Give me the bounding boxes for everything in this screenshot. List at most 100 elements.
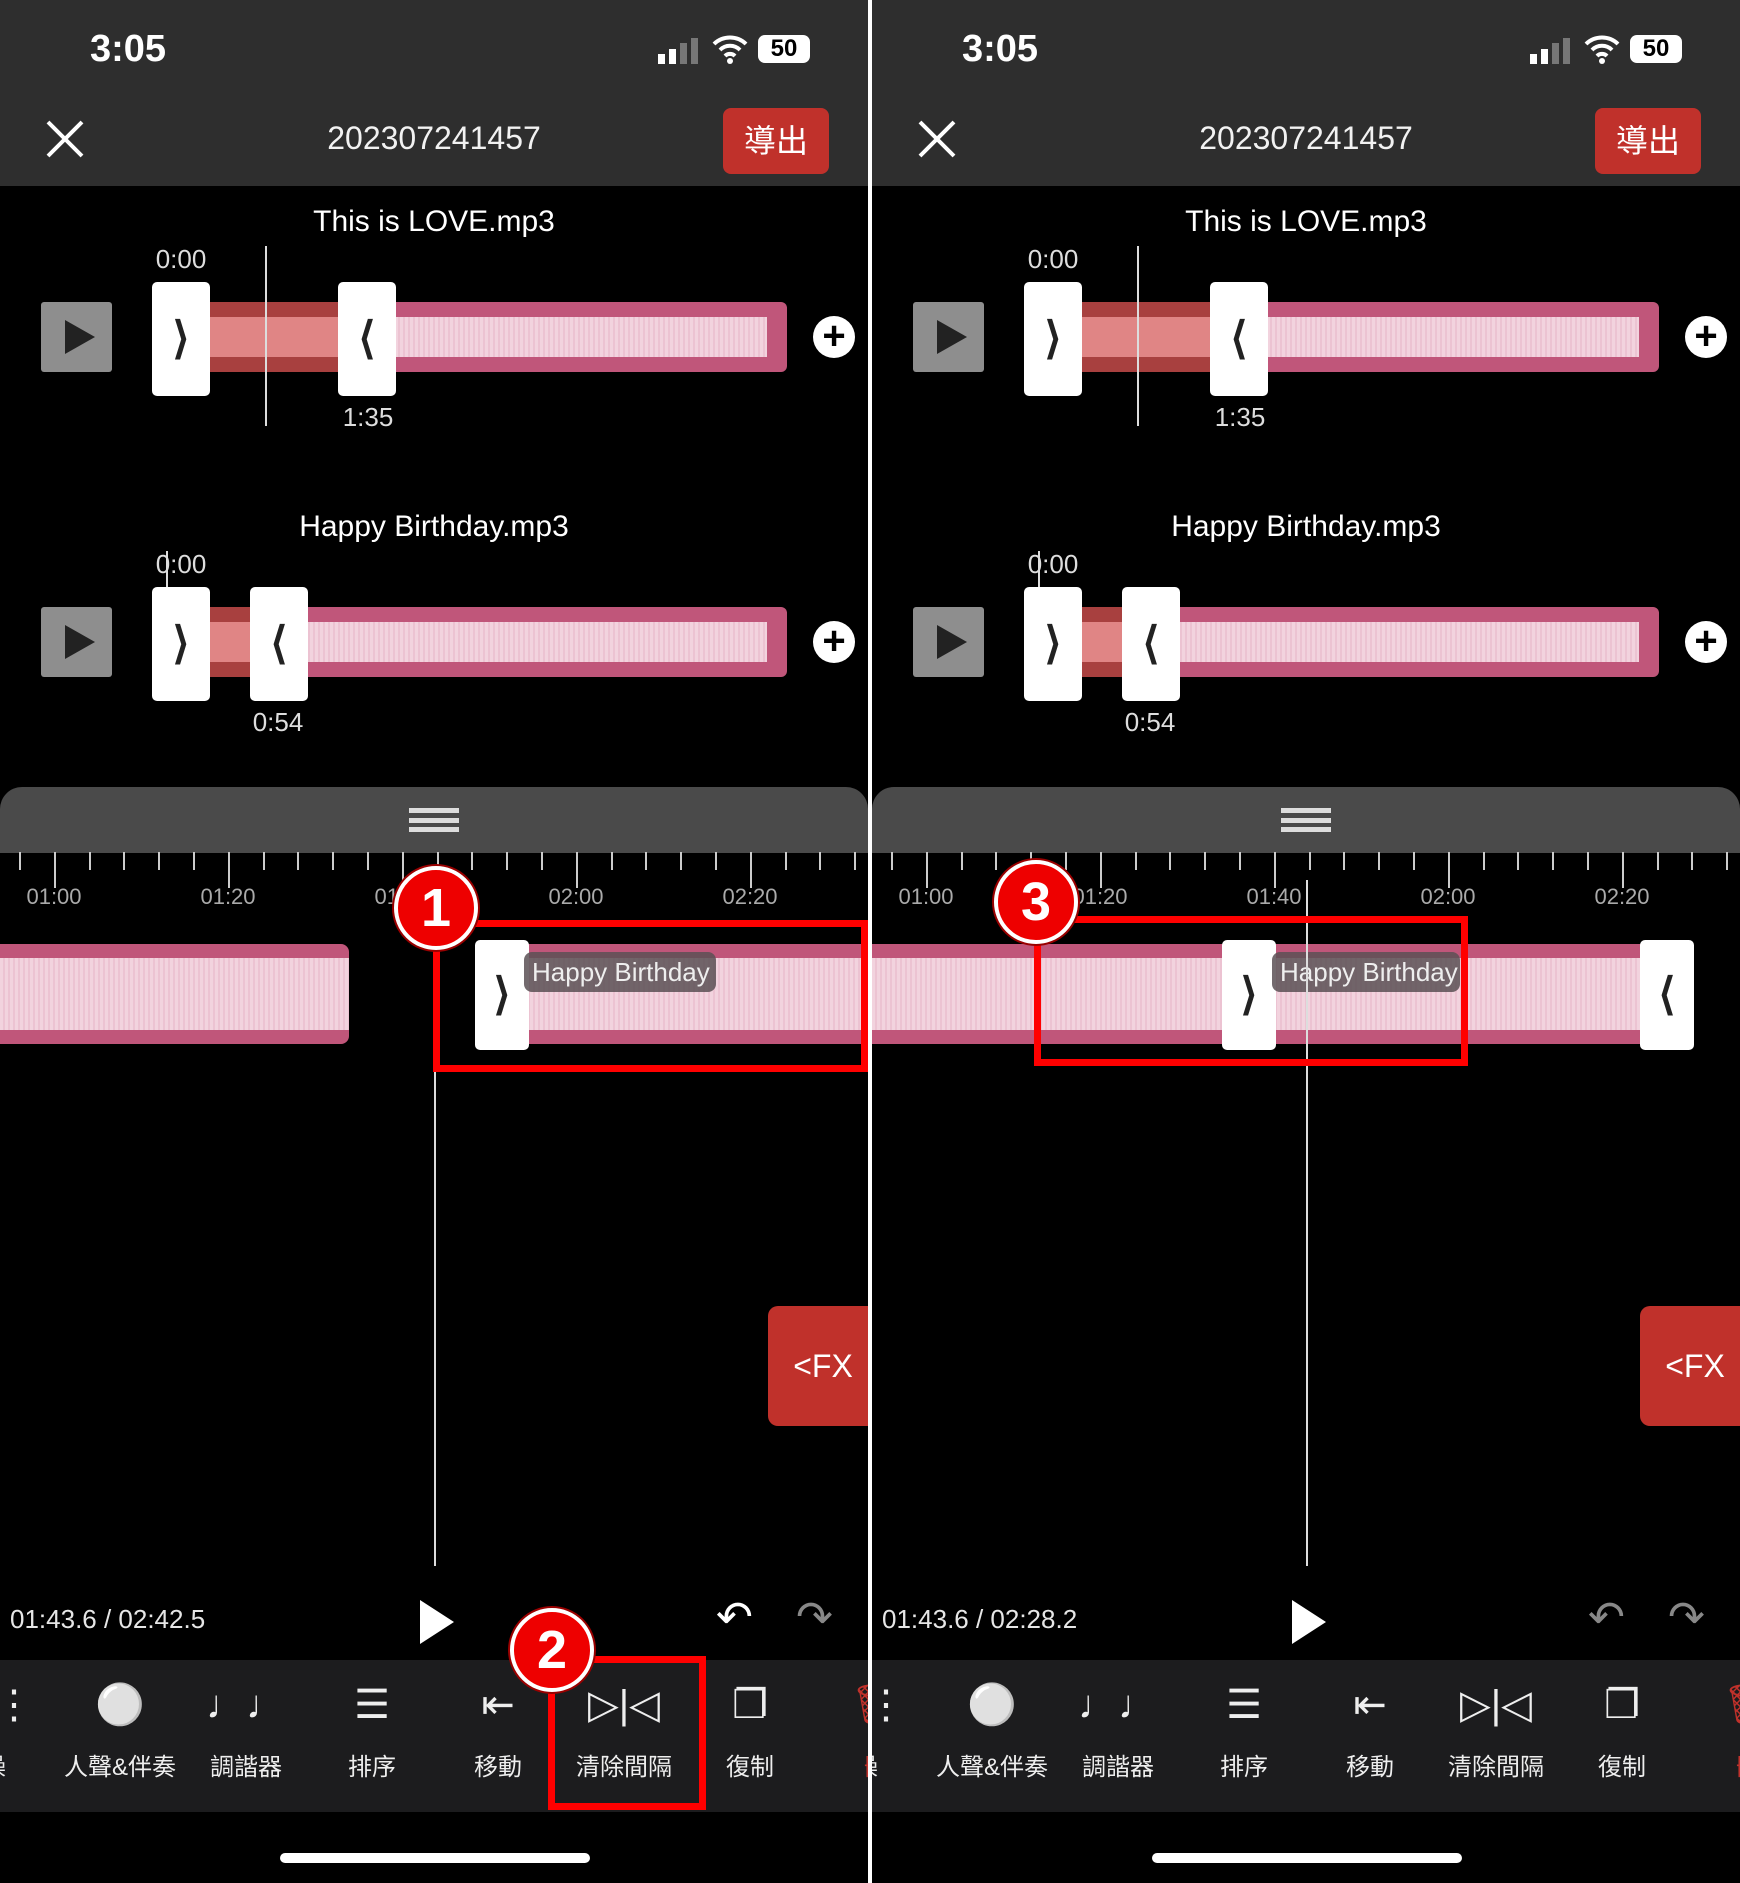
ruler-tick [1065, 852, 1067, 870]
toolbar-item-trash[interactable]: 🗑刪 [813, 1675, 868, 1782]
toolbar-item-numbered-list[interactable]: ☰ 排序 [1181, 1675, 1307, 1782]
drag-handle-icon[interactable] [409, 808, 459, 832]
toolbar-item-vocal-separate[interactable]: ⚪ 人聲&伴奏 [57, 1675, 183, 1782]
battery-indicator: 50 [1630, 35, 1682, 63]
ruler-tick [1447, 852, 1450, 888]
ruler-tick [1378, 852, 1381, 870]
ruler-tick [1134, 852, 1137, 870]
export-button[interactable]: 導出 [723, 108, 829, 174]
track-play-button[interactable] [41, 302, 112, 372]
ruler-tick [1517, 852, 1520, 870]
phone-screen: 3:05 50 202307241457 導出 This is LOVE.mp3 0:00… [0, 0, 868, 1883]
panel-divider [868, 0, 872, 1883]
play-button[interactable] [1292, 1600, 1326, 1644]
battery-indicator: 50 [758, 35, 810, 63]
track-play-button[interactable] [41, 607, 112, 677]
toolbar-item-numbered-list[interactable]: ☰ 排序 [309, 1675, 435, 1782]
ruler-tick [53, 852, 56, 888]
track-play-button[interactable] [913, 302, 984, 372]
toolbar-item-music-notes[interactable]: ♩♩ 調諧器 [1055, 1675, 1181, 1782]
trim-end-handle[interactable]: ⟨ [250, 587, 308, 701]
ruler-label: 01:20 [200, 884, 256, 909]
toolbar-item-copy[interactable]: ❐ 復制 [1559, 1675, 1685, 1782]
trim-start-handle[interactable]: ⟩ [1024, 587, 1082, 701]
trash-icon: 🗑 [1685, 1675, 1740, 1735]
ruler-tick [1656, 852, 1659, 870]
toolbar-item-trash[interactable]: 🗑刪 [1685, 1675, 1740, 1782]
toolbar-item-sliders[interactable]: ⋮⋮ 操 [872, 1675, 929, 1782]
track-playhead [265, 246, 267, 426]
ruler-tick [575, 852, 578, 888]
home-indicator [1152, 1853, 1462, 1863]
sliders-icon: ⋮⋮ [0, 1683, 34, 1727]
ruler-tick [680, 852, 683, 870]
track-title: This is LOVE.mp3 [313, 205, 555, 238]
ruler-label: 02:00 [1420, 884, 1476, 909]
toolbar-label: 調諧器 [210, 1754, 282, 1781]
ruler-tick [854, 852, 857, 870]
undo-icon[interactable]: ↶ [716, 1592, 753, 1643]
track-end-time: 1:35 [342, 402, 394, 432]
ruler-tick [367, 852, 369, 870]
toolbar-item-move-left[interactable]: ⇤ 移動 [1307, 1675, 1433, 1782]
ruler-tick [1621, 852, 1624, 888]
toolbar-label: 移動 [474, 1754, 522, 1781]
clip-this-is-love[interactable] [0, 944, 349, 1044]
track-start-time: 0:00 [155, 244, 207, 274]
add-track-button[interactable]: + [813, 621, 855, 663]
ruler-tick [88, 852, 91, 870]
vocal-separate-icon: ⚪ [967, 1683, 1017, 1727]
play-button[interactable] [420, 1600, 454, 1644]
ruler-tick [891, 852, 893, 870]
track-start-time: 0:00 [1027, 244, 1079, 274]
ruler-label: 02:00 [548, 884, 604, 909]
ruler-tick [19, 852, 21, 870]
status-time: 3:05 [962, 28, 1039, 70]
track-title: This is LOVE.mp3 [1185, 205, 1427, 238]
drag-handle-icon[interactable] [1281, 808, 1331, 832]
trim-start-handle[interactable]: ⟩ [152, 587, 210, 701]
phone-screen: 3:05 50 202307241457 導出 This is LOVE.mp3 0:00… [872, 0, 1740, 1883]
toolbar-label: 刪 [813, 1747, 868, 1782]
trim-start-handle[interactable]: ⟩ [152, 282, 210, 396]
vocal-separate-icon: ⚪ [95, 1683, 145, 1727]
toolbar-label: 復制 [1598, 1754, 1646, 1781]
trim-end-handle[interactable]: ⟨ [1210, 282, 1268, 396]
clip-end-handle[interactable]: ⟨ [1640, 940, 1694, 1050]
undo-icon[interactable]: ↶ [1588, 1592, 1625, 1643]
track-start-time: 0:00 [1027, 549, 1079, 579]
fx-button[interactable]: <FX [1640, 1306, 1740, 1426]
add-track-button[interactable]: + [1685, 621, 1727, 663]
ruler-tick [1482, 852, 1485, 870]
trim-start-handle[interactable]: ⟩ [1024, 282, 1082, 396]
fx-button[interactable]: <FX [768, 1306, 868, 1426]
toolbar-label: 操 [872, 1747, 929, 1782]
add-track-button[interactable]: + [1685, 316, 1727, 358]
track-end-time: 1:35 [1214, 402, 1266, 432]
ruler-tick [1413, 852, 1415, 870]
wifi-icon [712, 35, 748, 64]
toolbar-label: 調諧器 [1082, 1754, 1154, 1781]
wifi-icon [1584, 35, 1620, 64]
track-title: Happy Birthday.mp3 [299, 510, 569, 543]
add-track-button[interactable]: + [813, 316, 855, 358]
redo-icon[interactable]: ↷ [796, 1592, 833, 1643]
ruler-tick [1587, 852, 1589, 870]
ruler-tick [749, 852, 752, 888]
toolbar-item-sliders[interactable]: ⋮⋮ 操 [0, 1675, 57, 1782]
ruler-tick [1169, 852, 1172, 870]
trim-end-handle[interactable]: ⟨ [1122, 587, 1180, 701]
track-play-button[interactable] [913, 607, 984, 677]
toolbar-item-remove-gap[interactable]: ▷|◁ 清除間隔 [1433, 1675, 1559, 1782]
toolbar-item-vocal-separate[interactable]: ⚪ 人聲&伴奏 [929, 1675, 1055, 1782]
step-badge: 1 [394, 866, 478, 950]
trim-end-handle[interactable]: ⟨ [338, 282, 396, 396]
toolbar-item-music-notes[interactable]: ♩♩ 調諧器 [183, 1675, 309, 1782]
export-button[interactable]: 導出 [1595, 108, 1701, 174]
redo-icon[interactable]: ↷ [1668, 1592, 1705, 1643]
toolbar-item-move-left[interactable]: ⇤ 移動 [435, 1675, 561, 1782]
ruler-tick [227, 852, 230, 888]
trash-icon: 🗑 [813, 1675, 868, 1735]
ruler-tick [1204, 852, 1207, 870]
ruler-tick [1239, 852, 1241, 870]
